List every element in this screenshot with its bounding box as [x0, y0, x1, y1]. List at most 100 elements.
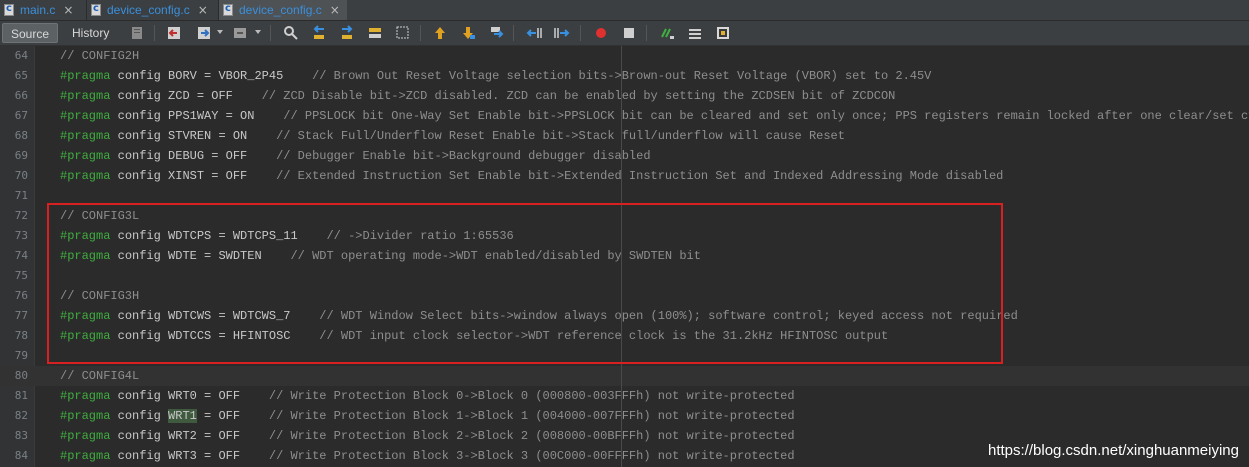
highlight-annotation-box — [47, 203, 1003, 364]
record-macro-icon[interactable] — [593, 25, 609, 41]
uncomment-icon[interactable] — [687, 25, 703, 41]
close-icon[interactable]: × — [330, 3, 340, 17]
line-number: 65 — [14, 69, 28, 82]
line-number: 84 — [14, 449, 28, 462]
code-text: #pragma config WRT0 = OFF // Write Prote… — [60, 386, 795, 406]
code-comment: // Write Protection Block 3->Block 3 (00… — [268, 449, 795, 463]
comment-icon[interactable] — [659, 25, 675, 41]
find-icon[interactable] — [283, 25, 299, 41]
chevron-down-icon[interactable] — [217, 30, 223, 34]
code-line[interactable]: 70 #pragma config XINST = OFF // Extended… — [0, 166, 1249, 186]
editor-toolbar: Source History — [0, 21, 1249, 46]
format-code-icon[interactable] — [715, 25, 731, 41]
tab-device-config-c-2[interactable]: device_config.c × — [219, 0, 347, 20]
code-line[interactable]: 81 #pragma config WRT0 = OFF // Write Pro… — [0, 386, 1249, 406]
shift-right-icon[interactable] — [554, 25, 570, 41]
last-edit-icon[interactable] — [129, 25, 145, 41]
line-number: 78 — [14, 329, 28, 342]
code-line[interactable]: 67 #pragma config PPS1WAY = ON // PPSLOCK… — [0, 106, 1249, 126]
history-view-button[interactable]: History — [64, 23, 117, 43]
code-comment: // Write Protection Block 2->Block 2 (00… — [268, 429, 795, 443]
config-keyword: config — [117, 109, 161, 123]
pragma-directive: #pragma — [60, 149, 111, 163]
code-line[interactable]: 64 // CONFIG2H — [0, 46, 1249, 66]
config-setting: BORV = VBOR_2P45 — [160, 69, 313, 83]
code-comment: // Debugger Enable bit->Background debug… — [276, 149, 651, 163]
toggle-bookmark-icon[interactable] — [488, 25, 504, 41]
pragma-directive: #pragma — [60, 389, 111, 403]
code-line[interactable]: 80 // CONFIG4L — [0, 366, 1249, 386]
search-match-highlight: WRT1 — [168, 409, 197, 423]
line-number: 70 — [14, 169, 28, 182]
config-setting: PPS1WAY = ON — [160, 109, 284, 123]
code-line[interactable]: 66 #pragma config ZCD = OFF // ZCD Disabl… — [0, 86, 1249, 106]
watermark-text: https://blog.csdn.net/xinghuanmeiying — [988, 442, 1239, 459]
source-view-button[interactable]: Source — [2, 23, 59, 43]
c-file-icon — [222, 3, 235, 17]
code-line[interactable]: 82 #pragma config WRT1 = OFF // Write Pro… — [0, 406, 1249, 426]
toggle-highlight-icon[interactable] — [367, 25, 383, 41]
line-number: 83 — [14, 429, 28, 442]
next-bookmark-icon[interactable] — [460, 25, 476, 41]
pragma-directive: #pragma — [60, 109, 111, 123]
code-line[interactable]: 65 #pragma config BORV = VBOR_2P45 // Bro… — [0, 66, 1249, 86]
config-keyword: config — [117, 69, 161, 83]
config-keyword: config — [117, 89, 161, 103]
code-text: // CONFIG4L — [60, 366, 139, 386]
code-text: #pragma config XINST = OFF // Extended I… — [60, 166, 1003, 186]
line-number: 75 — [14, 269, 28, 282]
tab-main-c[interactable]: main.c × — [0, 0, 87, 20]
stop-macro-icon[interactable] — [621, 25, 637, 41]
history-nav-icon[interactable] — [232, 25, 248, 41]
code-comment: // ZCD Disable bit->ZCD disabled. ZCD ca… — [261, 89, 896, 103]
code-text: #pragma config BORV = VBOR_2P45 // Brown… — [60, 66, 931, 86]
line-number: 66 — [14, 89, 28, 102]
code-editor[interactable]: 64 // CONFIG2H 65 #pragma config BORV = VBO… — [0, 46, 1249, 467]
previous-bookmark-icon[interactable] — [432, 25, 448, 41]
code-text: #pragma config WRT1 = OFF // Write Prote… — [60, 406, 795, 426]
pragma-directive: #pragma — [60, 89, 111, 103]
back-icon[interactable] — [166, 25, 182, 41]
line-number: 82 — [14, 409, 28, 422]
line-number: 81 — [14, 389, 28, 402]
code-text: #pragma config STVREN = ON // Stack Full… — [60, 126, 845, 146]
line-number: 76 — [14, 289, 28, 302]
tab-label: device_config.c — [107, 3, 190, 17]
shift-left-icon[interactable] — [526, 25, 542, 41]
config-setting: WRT0 = OFF — [160, 389, 269, 403]
find-previous-icon[interactable] — [311, 25, 327, 41]
tab-label: device_config.c — [239, 3, 322, 17]
code-line[interactable]: 68 #pragma config STVREN = ON // Stack Fu… — [0, 126, 1249, 146]
config-keyword: config — [117, 149, 161, 163]
line-number: 77 — [14, 309, 28, 322]
close-icon[interactable]: × — [198, 3, 208, 17]
pragma-directive: #pragma — [60, 169, 111, 183]
line-number: 74 — [14, 249, 28, 262]
pragma-directive: #pragma — [60, 429, 111, 443]
config-keyword: config — [117, 169, 161, 183]
code-comment: // Write Protection Block 0->Block 0 (00… — [268, 389, 795, 403]
code-line[interactable]: 69 #pragma config DEBUG = OFF // Debugger… — [0, 146, 1249, 166]
config-setting: WRT3 = OFF — [160, 449, 269, 463]
code-comment: // CONFIG4L — [60, 369, 140, 383]
chevron-down-icon[interactable] — [255, 30, 261, 34]
forward-icon[interactable] — [196, 25, 212, 41]
code-text: #pragma config WRT2 = OFF // Write Prote… — [60, 426, 795, 446]
line-number: 68 — [14, 129, 28, 142]
line-number: 69 — [14, 149, 28, 162]
config-keyword: config — [117, 429, 161, 443]
editor-tab-bar: main.c × device_config.c × device_config… — [0, 0, 1249, 21]
config-keyword: config — [117, 449, 161, 463]
line-number: 79 — [14, 349, 28, 362]
line-number: 80 — [14, 369, 28, 382]
pragma-directive: #pragma — [60, 129, 111, 143]
rectangular-select-icon[interactable] — [395, 25, 411, 41]
find-next-icon[interactable] — [339, 25, 355, 41]
config-keyword: config — [117, 409, 161, 423]
c-file-icon — [3, 3, 16, 17]
tab-device-config-c-1[interactable]: device_config.c × — [87, 0, 219, 20]
code-comment: // Stack Full/Underflow Reset Enable bit… — [276, 129, 845, 143]
close-icon[interactable]: × — [63, 3, 73, 17]
code-comment: // Write Protection Block 1->Block 1 (00… — [268, 409, 795, 423]
pragma-directive: #pragma — [60, 449, 111, 463]
